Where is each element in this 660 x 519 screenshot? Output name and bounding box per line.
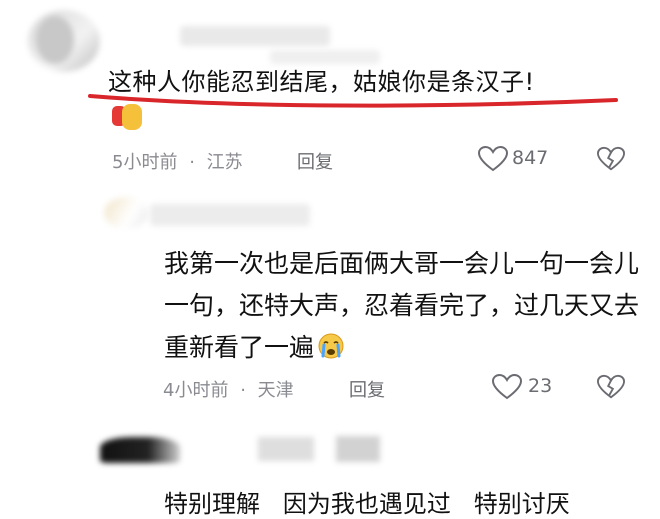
like-count: 23 [528, 375, 553, 397]
comment-location: 天津 [257, 380, 294, 401]
comment-time: 5小时前 [112, 152, 178, 173]
avatar[interactable] [100, 437, 180, 463]
comment-location: 江苏 [206, 152, 243, 173]
comment-text: 特别理解 因为我也遇见过 特别讨厌 [164, 490, 570, 518]
dislike-broken-heart-icon[interactable] [597, 146, 625, 172]
username-blurred[interactable] [150, 204, 310, 226]
comment-meta: 5小时前 · 江苏 [112, 148, 243, 174]
comment-time: 4小时前 [163, 380, 229, 401]
emoji-sticker-icon [112, 104, 142, 130]
comment-meta: 4小时前 · 天津 [163, 376, 294, 402]
crying-face-icon [318, 333, 344, 359]
like-heart-icon[interactable] [492, 374, 522, 400]
like-count: 847 [512, 147, 549, 169]
meta-separator: · [189, 152, 195, 173]
username-blurred[interactable] [180, 26, 330, 46]
avatar[interactable] [104, 197, 148, 229]
dislike-broken-heart-icon[interactable] [597, 374, 625, 400]
like-heart-icon[interactable] [478, 146, 508, 172]
reply-button[interactable]: 回复 [349, 376, 385, 402]
red-underline-annotation [88, 94, 618, 108]
avatar[interactable] [28, 10, 100, 72]
reply-button[interactable]: 回复 [297, 148, 333, 174]
meta-separator: · [240, 380, 246, 401]
comment-text: 我第一次也是后面俩大哥一会儿一句一会儿一句，还特大声，忍着看完了，过几天又去重新… [164, 243, 644, 369]
comment-body: 我第一次也是后面俩大哥一会儿一句一会儿一句，还特大声，忍着看完了，过几天又去重新… [164, 249, 640, 362]
username-blurred-secondary [336, 436, 380, 462]
username-blurred[interactable] [258, 437, 314, 461]
